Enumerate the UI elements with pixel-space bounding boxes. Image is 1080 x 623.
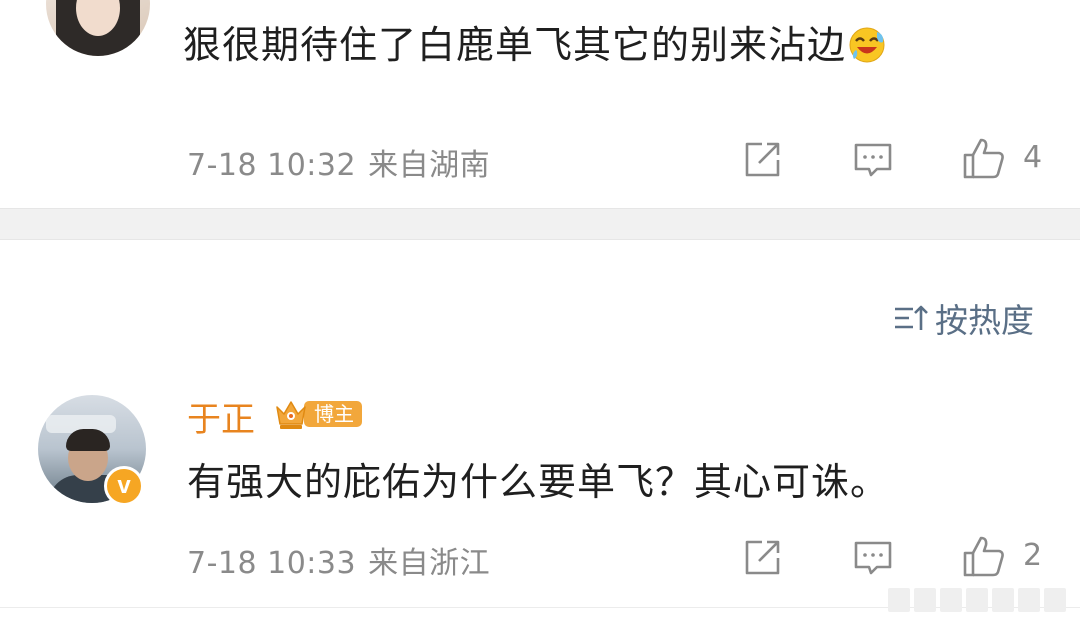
comment-date: 7-18 10:32 [187,148,357,183]
sort-by-hot-button[interactable]: 按热度 [893,294,1034,342]
blogger-badge: 博主 [274,398,362,430]
username[interactable]: 于正 [187,392,255,441]
thumbs-up-icon[interactable] [962,534,1006,578]
sort-icon [895,305,928,330]
share-icon[interactable] [742,538,782,578]
avatar[interactable] [46,0,150,56]
comment-icon[interactable] [853,538,893,578]
thumbs-up-icon[interactable] [962,136,1006,180]
watermark [876,585,1066,615]
comment-date: 7-18 10:33 [187,546,357,581]
comment-location: 来自湖南 [368,148,491,183]
comment-meta: 7-18 10:32 来自湖南 [187,140,502,184]
verified-badge-icon: v [104,466,144,506]
comment-location: 来自浙江 [368,546,491,581]
blogger-badge-label: 博主 [304,401,362,427]
comment-text: 有强大的庇佑为什么要单飞？其心可诛。 [187,460,890,504]
comment-icon[interactable] [853,140,893,180]
like-count: 2 [1023,538,1043,573]
comment-text: 狠很期待住了白鹿单飞其它的别来沾边 [183,20,888,70]
laughing-crying-emoji-icon [848,24,888,64]
section-divider [0,208,1080,240]
crown-icon [274,397,308,431]
like-count: 4 [1023,140,1043,175]
sort-label: 按热度 [935,301,1034,340]
share-icon[interactable] [742,140,782,180]
comment-meta: 7-18 10:33 来自浙江 [187,538,502,582]
comment-body: 狠很期待住了白鹿单飞其它的别来沾边 [183,23,847,67]
comment-feed: 狠很期待住了白鹿单飞其它的别来沾边 7-18 10:32 来自湖南 4 按热度 … [0,0,1080,623]
